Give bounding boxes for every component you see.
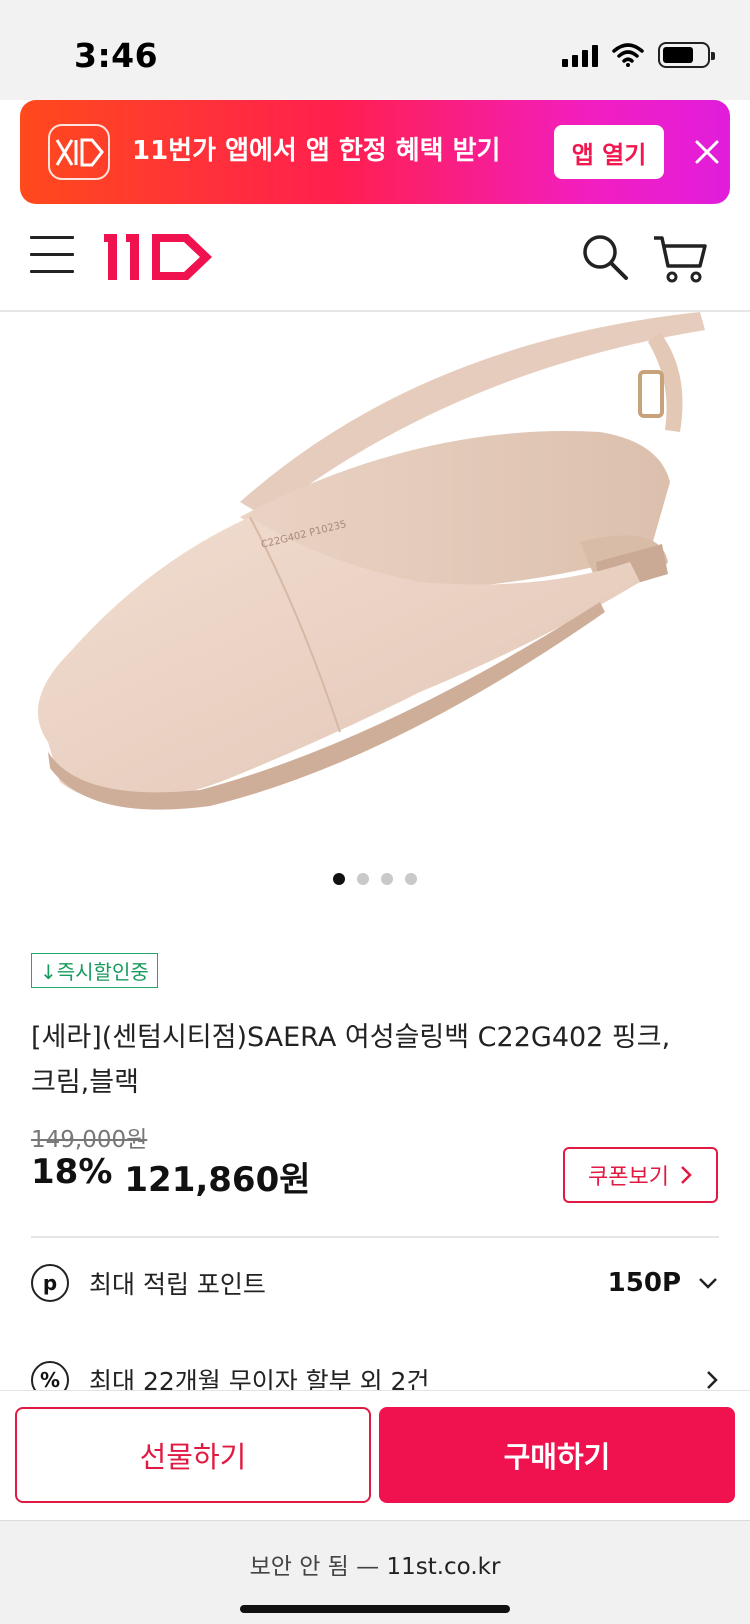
installment-value <box>705 1369 719 1390</box>
percent-icon: % <box>31 1361 69 1390</box>
original-price: 149,000원 <box>31 1127 148 1153</box>
browser-address-bar[interactable]: 보안 안 됨 — 11st.co.kr <box>0 1520 750 1624</box>
close-icon[interactable] <box>685 130 729 174</box>
purchase-action-bar: 선물하기 구매하기 <box>0 1390 750 1520</box>
slingback-shoe-illustration: C22G402 P10235 <box>37 312 705 810</box>
open-app-button[interactable]: 앱 열기 <box>554 125 664 179</box>
chevron-right-icon[interactable] <box>705 1369 719 1390</box>
buy-button[interactable]: 구매하기 <box>379 1407 735 1503</box>
sale-price-row: 18% 121,860원 <box>31 1152 311 1201</box>
url-domain: 11st.co.kr <box>386 1554 501 1580</box>
cellular-signal-icon <box>562 43 598 67</box>
product-title-line-1: [세라](센텀시티점)SAERA 여성슬링백 C22G402 핑크, <box>31 1022 671 1053</box>
chevron-down-icon[interactable] <box>697 1276 719 1290</box>
status-icons <box>562 42 715 68</box>
security-warning: 보안 안 됨 — <box>249 1554 380 1580</box>
wifi-icon <box>612 43 644 67</box>
app-promo-banner[interactable]: 11번가 앱에서 앱 한정 혜택 받기 앱 열기 <box>20 100 730 204</box>
site-header <box>0 204 750 312</box>
view-coupon-button[interactable]: 쿠폰보기 <box>563 1147 718 1203</box>
carousel-dot[interactable] <box>357 873 369 885</box>
coupon-label: 쿠폰보기 <box>588 1165 669 1190</box>
product-title-line-2: 크림,블랙 <box>31 1067 139 1098</box>
product-title: [세라](센텀시티점)SAERA 여성슬링백 C22G402 핑크, 크림,블랙 <box>31 1015 721 1105</box>
hamburger-menu-icon[interactable] <box>30 236 74 276</box>
battery-icon <box>658 42 715 68</box>
status-bar: 3:46 <box>0 0 750 100</box>
max-points-label: 최대 적립 포인트 <box>89 1270 266 1299</box>
max-points-value: 150P <box>608 1268 719 1298</box>
product-image[interactable]: C22G402 P10235 <box>0 312 750 872</box>
section-divider <box>31 1236 719 1238</box>
carousel-dot[interactable] <box>333 873 345 885</box>
sale-price: 121,860원 <box>124 1160 311 1200</box>
max-points-row[interactable]: p 최대 적립 포인트 150P <box>31 1258 719 1308</box>
instant-discount-badge: ↓즉시할인중 <box>31 953 158 988</box>
eleven-street-logo[interactable] <box>104 228 224 284</box>
chevron-right-icon <box>681 1166 692 1184</box>
search-icon[interactable] <box>580 232 630 282</box>
status-time: 3:46 <box>74 36 159 75</box>
cart-icon[interactable] <box>652 232 708 284</box>
eleven-street-app-icon <box>48 124 110 180</box>
url-display[interactable]: 보안 안 됨 — 11st.co.kr <box>0 1547 750 1581</box>
gift-button[interactable]: 선물하기 <box>15 1407 371 1503</box>
points-amount: 150P <box>607 1268 681 1298</box>
installment-label: 최대 22개월 무이자 할부 외 2건 <box>89 1367 430 1390</box>
installment-row[interactable]: % 최대 22개월 무이자 할부 외 2건 <box>31 1356 719 1390</box>
points-icon: p <box>31 1264 69 1302</box>
home-indicator[interactable] <box>240 1605 510 1613</box>
image-carousel-indicator <box>0 873 750 885</box>
carousel-dot[interactable] <box>405 873 417 885</box>
discount-rate: 18% <box>31 1152 113 1192</box>
carousel-dot[interactable] <box>381 873 393 885</box>
app-promo-text: 11번가 앱에서 앱 한정 혜택 받기 <box>132 136 501 166</box>
